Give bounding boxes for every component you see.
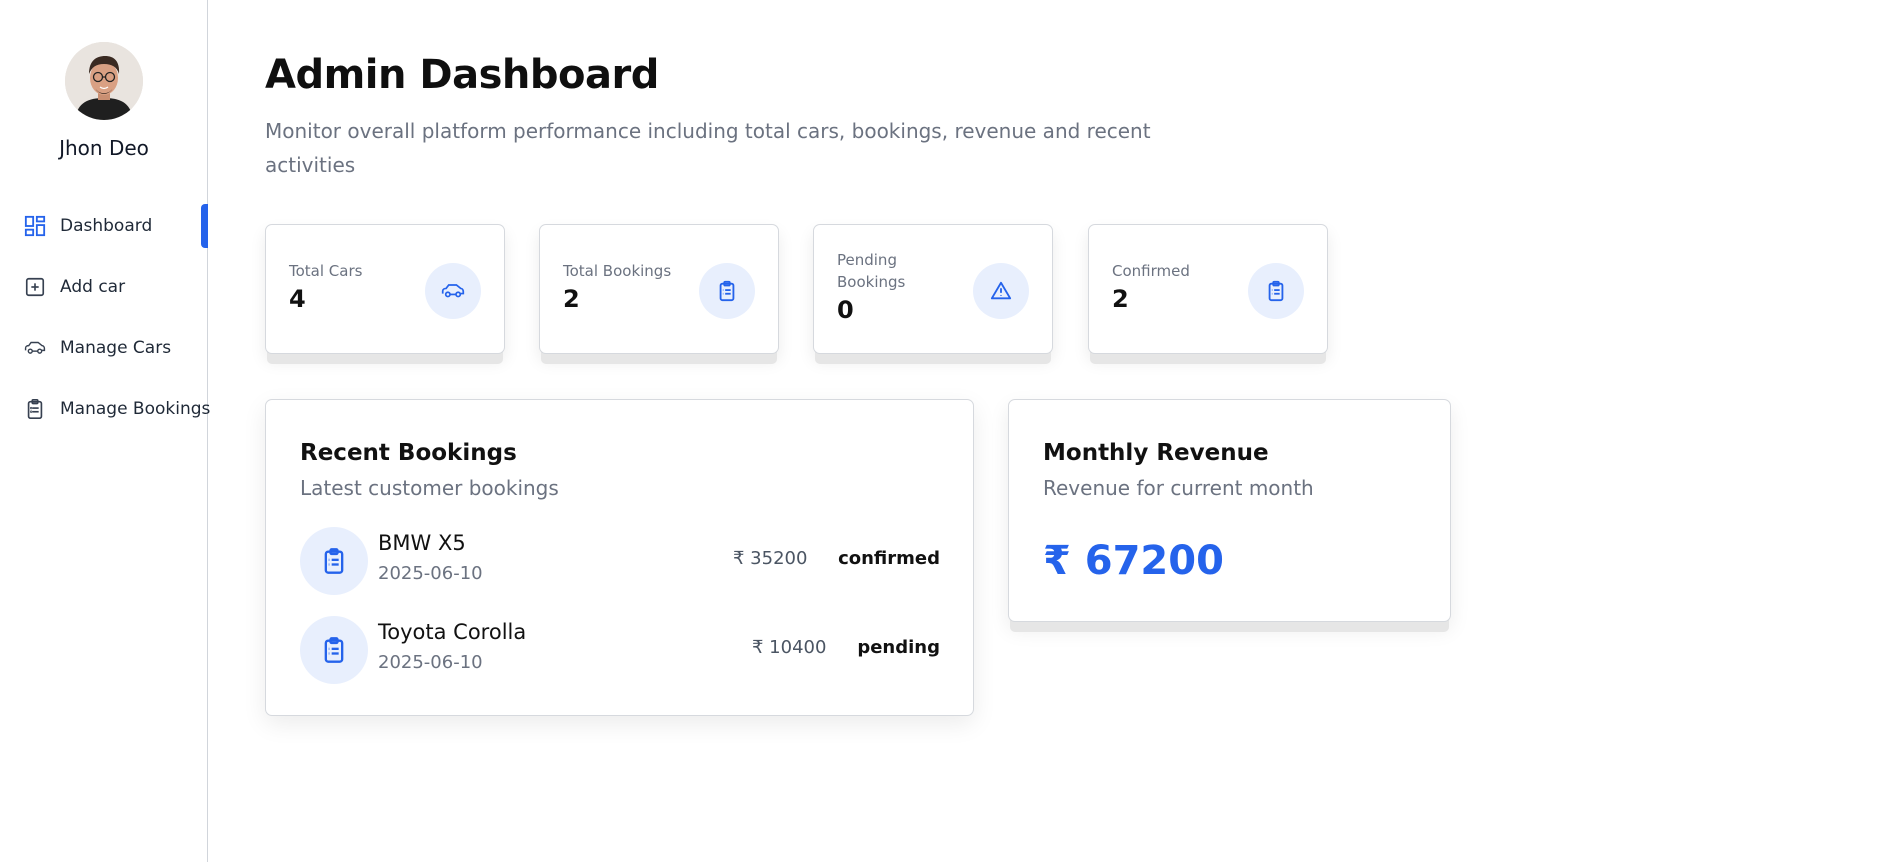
panel-title: Monthly Revenue	[1043, 440, 1269, 466]
user-name: Jhon Deo	[59, 136, 149, 160]
sidebar-item-dashboard[interactable]: Dashboard	[0, 204, 208, 248]
plus-square-icon	[24, 276, 46, 298]
status-badge: confirmed	[838, 548, 940, 569]
clipboard-icon	[1248, 263, 1304, 319]
clipboard-icon	[24, 398, 46, 420]
recent-bookings-panel: Recent Bookings Latest customer bookings…	[265, 399, 974, 716]
stat-value: 4	[289, 285, 306, 313]
clipboard-icon	[699, 263, 755, 319]
monthly-revenue-panel: Monthly Revenue Revenue for current mont…	[1008, 399, 1451, 622]
stat-value: 2	[1112, 285, 1129, 313]
booking-date: 2025-06-10	[378, 563, 483, 584]
sidebar-item-manage-cars[interactable]: Manage Cars	[0, 326, 208, 370]
booking-car-name: Toyota Corolla	[378, 620, 527, 644]
dashboard-icon	[24, 215, 46, 237]
stat-value: 0	[837, 296, 854, 324]
booking-date: 2025-06-10	[378, 652, 483, 673]
panel-title: Recent Bookings	[300, 440, 517, 466]
stat-card-pending-bookings: Pending Bookings 0	[813, 224, 1053, 354]
sidebar-item-label: Add car	[60, 277, 126, 297]
panel-subtitle: Latest customer bookings	[300, 476, 559, 500]
sidebar-item-label: Dashboard	[60, 216, 153, 236]
stat-card-total-bookings: Total Bookings 2	[539, 224, 779, 354]
stat-card-confirmed: Confirmed 2	[1088, 224, 1328, 354]
avatar[interactable]	[65, 42, 143, 120]
revenue-value: ₹ 67200	[1043, 538, 1224, 584]
booking-car-name: BMW X5	[378, 531, 466, 555]
avatar-image	[65, 42, 143, 120]
stat-card-total-cars: Total Cars 4	[265, 224, 505, 354]
sidebar-item-label: Manage Bookings	[60, 399, 211, 419]
clipboard-icon	[300, 527, 368, 595]
stat-value: 2	[563, 285, 580, 313]
panel-subtitle: Revenue for current month	[1043, 476, 1314, 500]
warning-icon	[973, 263, 1029, 319]
stat-label: Confirmed	[1112, 262, 1190, 280]
booking-price: ₹ 10400	[752, 637, 827, 658]
page-subtitle: Monitor overall platform performance inc…	[265, 119, 1151, 177]
booking-price: ₹ 35200	[733, 548, 808, 569]
stat-label: Pending Bookings	[837, 251, 906, 291]
active-indicator	[201, 204, 208, 248]
clipboard-icon	[300, 616, 368, 684]
sidebar: Jhon Deo Dashboard Add car Manage Cars M…	[0, 0, 211, 862]
sidebar-item-manage-bookings[interactable]: Manage Bookings	[0, 387, 211, 431]
sidebar-nav: Dashboard Add car Manage Cars Manage Boo…	[0, 204, 211, 448]
sidebar-item-add-car[interactable]: Add car	[0, 265, 208, 309]
status-badge: pending	[857, 637, 940, 658]
list-item[interactable]: BMW X5 2025-06-10 ₹ 35200 confirmed	[300, 527, 940, 595]
car-icon	[425, 263, 481, 319]
sidebar-item-label: Manage Cars	[60, 338, 172, 358]
list-item[interactable]: Toyota Corolla 2025-06-10 ₹ 10400 pendin…	[300, 616, 940, 684]
stat-label: Total Cars	[289, 262, 363, 280]
page-title: Admin Dashboard	[265, 52, 659, 98]
stat-label: Total Bookings	[563, 262, 672, 280]
car-icon	[24, 337, 46, 359]
